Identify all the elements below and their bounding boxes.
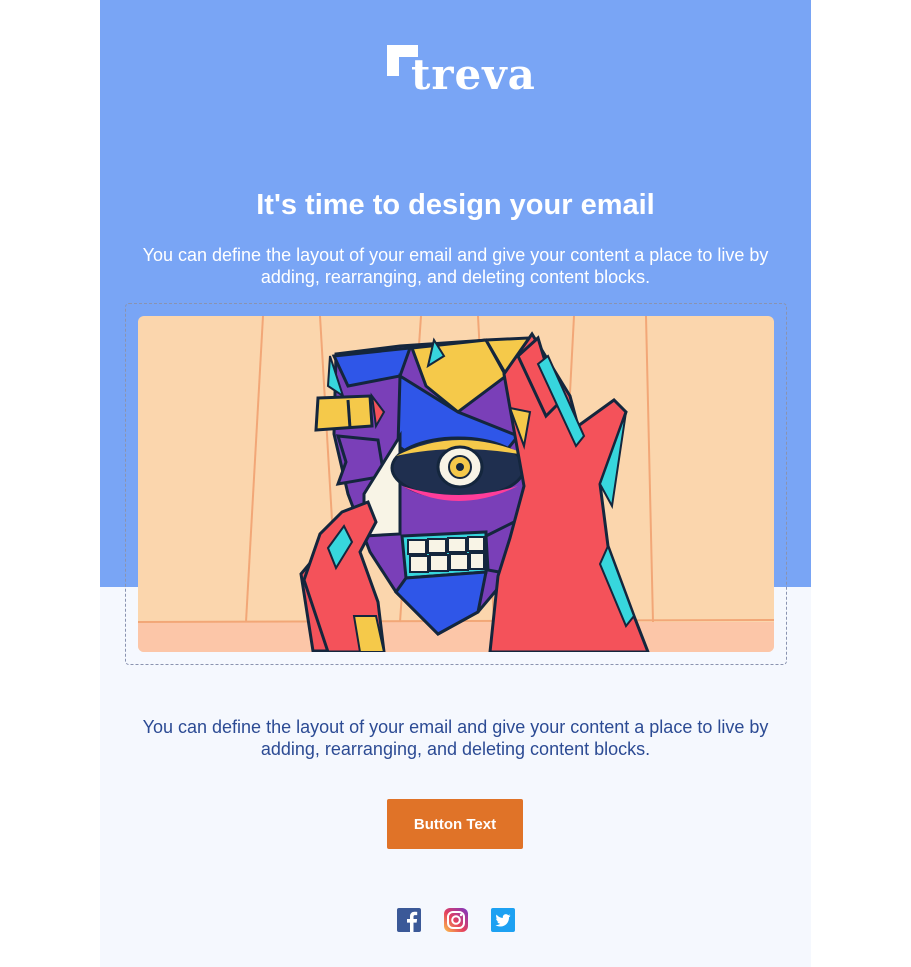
twitter-icon[interactable]: [491, 908, 515, 932]
image-block[interactable]: [125, 303, 787, 665]
cta-button[interactable]: Button Text: [387, 799, 523, 849]
body-description: You can define the layout of your email …: [142, 717, 769, 759]
brand-logo: treva: [387, 44, 535, 100]
abstract-face-illustration-icon: [138, 316, 774, 652]
email-canvas: treva It's time to design your email You…: [100, 0, 811, 967]
hero-description: You can define the layout of your email …: [142, 245, 769, 287]
facebook-icon[interactable]: [397, 908, 421, 932]
brand-name: treva: [411, 50, 536, 99]
hero-image: [138, 316, 774, 652]
hero-headline: It's time to design your email: [256, 189, 655, 221]
instagram-icon[interactable]: [444, 908, 468, 932]
